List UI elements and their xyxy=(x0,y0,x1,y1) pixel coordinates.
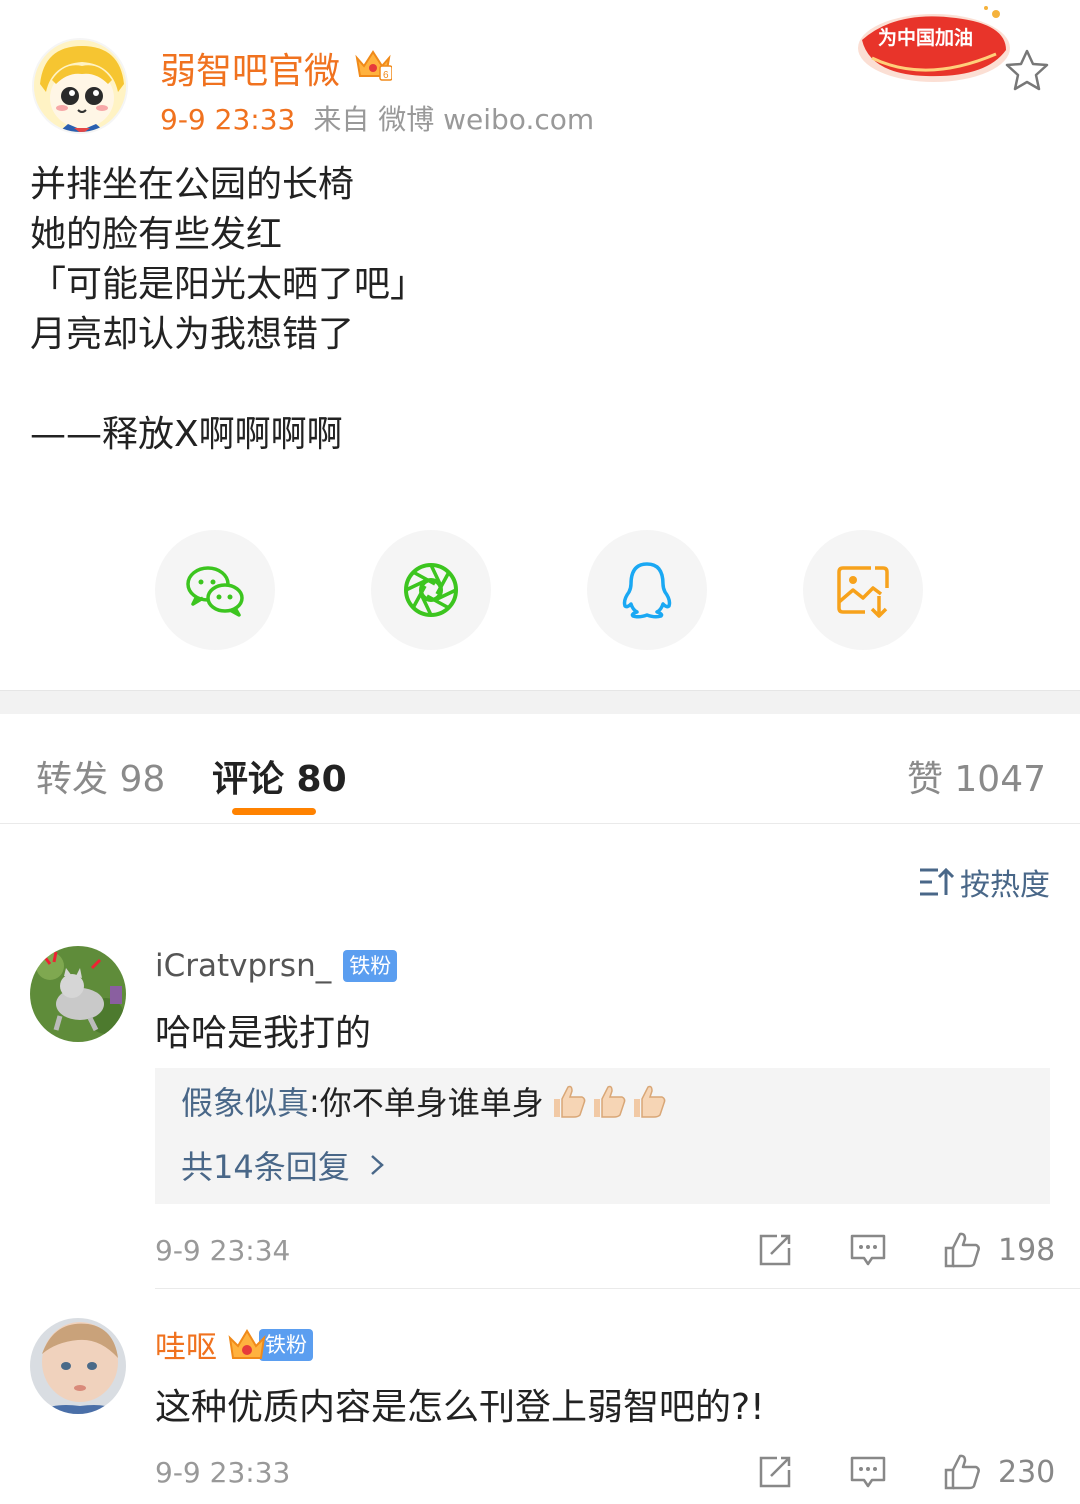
post-time: 9-9 23:33 xyxy=(160,103,296,136)
share-qq-button[interactable] xyxy=(587,530,707,650)
wechat-icon xyxy=(186,566,244,617)
comment-bubble-icon xyxy=(850,1234,886,1266)
share-wechat-button[interactable] xyxy=(155,530,275,650)
post-source: 来自 微博 weibo.com xyxy=(313,103,595,136)
comment-item: iCratvprsn_ 铁粉 哈哈是我打的 假象似真 : 你不单身谁单身 共14… xyxy=(0,946,1080,1289)
share-out-icon xyxy=(759,1456,791,1488)
like-comment-button[interactable]: 230 xyxy=(942,1452,1055,1492)
reply-separator: : xyxy=(309,1082,320,1120)
comment-time: 9-9 23:33 xyxy=(155,1456,291,1489)
vip-crown-icon: 6 xyxy=(355,50,392,81)
comment-bubble-icon xyxy=(850,1456,886,1488)
reply-comment-button[interactable] xyxy=(848,1230,888,1270)
thumbs-up-emoji-icon xyxy=(593,1085,626,1118)
like-count: 230 xyxy=(998,1454,1056,1490)
reply-count-label: 共14条回复 xyxy=(181,1148,350,1186)
thumbs-up-emoji-icon xyxy=(553,1085,586,1118)
interaction-tabs: 转发 98 评论 80 赞 1047 xyxy=(0,714,1080,824)
reply-author[interactable]: 假象似真 xyxy=(181,1078,309,1124)
active-tab-indicator xyxy=(232,808,316,815)
thumbs-up-icon xyxy=(944,1454,980,1490)
commenter-avatar[interactable] xyxy=(30,1318,126,1414)
commenter-avatar[interactable] xyxy=(30,946,126,1042)
cheer-china-badge[interactable]: 为中国加油 xyxy=(856,4,1012,90)
author-avatar[interactable] xyxy=(32,38,128,134)
post-line-blank xyxy=(30,360,1050,410)
post-content: 并排坐在公园的长椅 她的脸有些发红 「可能是阳光太晒了吧」 月亮却认为我想错了 … xyxy=(30,160,1050,460)
like-count: 198 xyxy=(998,1232,1056,1268)
post-line: 她的脸有些发红 xyxy=(30,214,283,255)
svg-text:6: 6 xyxy=(383,70,389,81)
thumbs-up-icon xyxy=(944,1232,980,1268)
qq-icon xyxy=(622,562,672,619)
tab-comments[interactable]: 评论 80 xyxy=(212,750,347,802)
chevron-right-icon xyxy=(370,1155,384,1175)
comment-time: 9-9 23:34 xyxy=(155,1234,291,1267)
repost-comment-button[interactable] xyxy=(755,1230,795,1270)
sort-by-hot-button[interactable]: 按热度 xyxy=(918,860,1050,904)
post-line: ——释放X啊啊啊啊 xyxy=(30,414,343,455)
share-moments-button[interactable] xyxy=(371,530,491,650)
commenter-name[interactable]: 哇呕 xyxy=(155,1322,217,1367)
sort-icon xyxy=(920,867,954,896)
comment-text: 这种优质内容是怎么刊登上弱智吧的?! xyxy=(155,1387,765,1428)
commenter-name-row: iCratvprsn_ 铁粉 xyxy=(155,948,398,984)
commenter-name[interactable]: iCratvprsn_ xyxy=(155,948,331,984)
tab-repost[interactable]: 转发 98 xyxy=(36,750,165,802)
comment-separator xyxy=(155,1288,1080,1289)
thumbs-up-emoji-group xyxy=(548,1081,668,1121)
moments-icon xyxy=(404,563,458,617)
post-line: 并排坐在公园的长椅 xyxy=(30,164,355,205)
section-divider xyxy=(0,690,1080,714)
author-name[interactable]: 弱智吧官微 xyxy=(160,42,340,94)
post-line: 月亮却认为我想错了 xyxy=(30,314,355,355)
post-line: 「可能是阳光太晒了吧」 xyxy=(30,264,427,305)
favorite-star-icon[interactable] xyxy=(1004,48,1050,92)
tab-likes[interactable]: 赞 1047 xyxy=(907,750,1046,802)
share-out-icon xyxy=(759,1234,791,1266)
reply-preview: 假象似真 : 你不单身谁单身 xyxy=(181,1078,668,1124)
repost-comment-button[interactable] xyxy=(755,1452,795,1492)
view-replies-link[interactable]: 共14条回复 xyxy=(181,1142,388,1188)
comment-text: 哈哈是我打的 xyxy=(155,1013,372,1054)
cheer-badge-text: 为中国加油 xyxy=(878,26,973,49)
commenter-name-row: 哇呕 铁粉 xyxy=(155,1322,313,1367)
reply-preview-box[interactable]: 假象似真 : 你不单身谁单身 共14条回复 xyxy=(155,1068,1050,1204)
thumbs-up-emoji-icon xyxy=(633,1085,666,1118)
iron-fan-badge: 铁粉 xyxy=(343,950,398,982)
iron-fan-badge: 铁粉 xyxy=(259,1328,313,1361)
sort-label: 按热度 xyxy=(960,868,1050,903)
reply-comment-button[interactable] xyxy=(848,1452,888,1492)
save-image-button[interactable] xyxy=(803,530,923,650)
like-comment-button[interactable]: 198 xyxy=(942,1230,1055,1270)
reply-text: 你不单身谁单身 xyxy=(319,1084,544,1122)
comment-item: 哇呕 铁粉 这种优质内容是怎么刊登上弱智吧的?! 9-9 23:33 230 xyxy=(0,1318,1080,1504)
post-header: 弱智吧官微 6 9-9 23:33 来自 微博 weibo.com 为中国加油 xyxy=(0,0,1080,150)
vip-crown-icon xyxy=(228,1328,266,1359)
post-meta: 9-9 23:33 来自 微博 weibo.com xyxy=(160,98,594,138)
save-image-icon xyxy=(837,566,889,618)
